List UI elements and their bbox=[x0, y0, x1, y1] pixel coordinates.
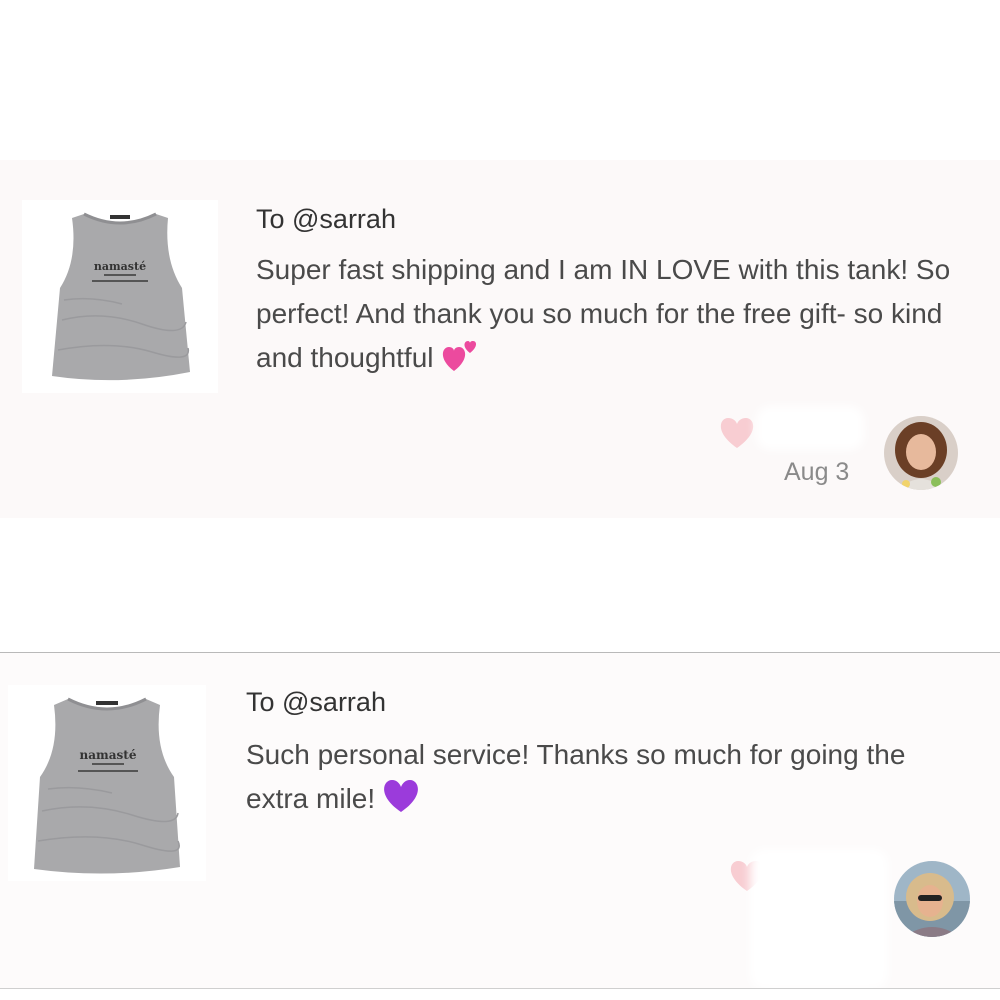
reviewer-avatar[interactable] bbox=[894, 861, 970, 937]
redacted-name bbox=[750, 849, 888, 989]
review-date: Aug 3 bbox=[784, 458, 850, 486]
product-thumbnail[interactable]: namasté bbox=[22, 200, 218, 393]
review-body: Super fast shipping and I am IN LOVE wit… bbox=[256, 254, 951, 373]
two-hearts-icon bbox=[440, 339, 478, 386]
tank-print-text: namasté bbox=[94, 260, 146, 273]
tank-top-image: namasté bbox=[52, 212, 190, 381]
like-heart-icon[interactable] bbox=[718, 416, 756, 455]
review-text: Such personal service! Thanks so much fo… bbox=[246, 733, 936, 827]
review-card: namasté To @sarrah Such personal service… bbox=[0, 652, 1000, 989]
review-recipient[interactable]: To @sarrah bbox=[256, 204, 396, 235]
purple-heart-icon bbox=[381, 778, 421, 827]
divider bbox=[0, 988, 1000, 989]
review-text: Super fast shipping and I am IN LOVE wit… bbox=[256, 248, 956, 386]
tank-print-text: namasté bbox=[80, 748, 137, 762]
review-body: Such personal service! Thanks so much fo… bbox=[246, 739, 906, 814]
review-recipient[interactable]: To @sarrah bbox=[246, 687, 386, 718]
product-thumbnail[interactable]: namasté bbox=[8, 685, 206, 881]
review-card: namasté To @sarrah Super fast shipping a… bbox=[0, 160, 1000, 518]
redacted-name bbox=[756, 406, 864, 450]
tank-top-image: namasté bbox=[34, 697, 180, 874]
reviewer-avatar[interactable] bbox=[884, 416, 958, 490]
